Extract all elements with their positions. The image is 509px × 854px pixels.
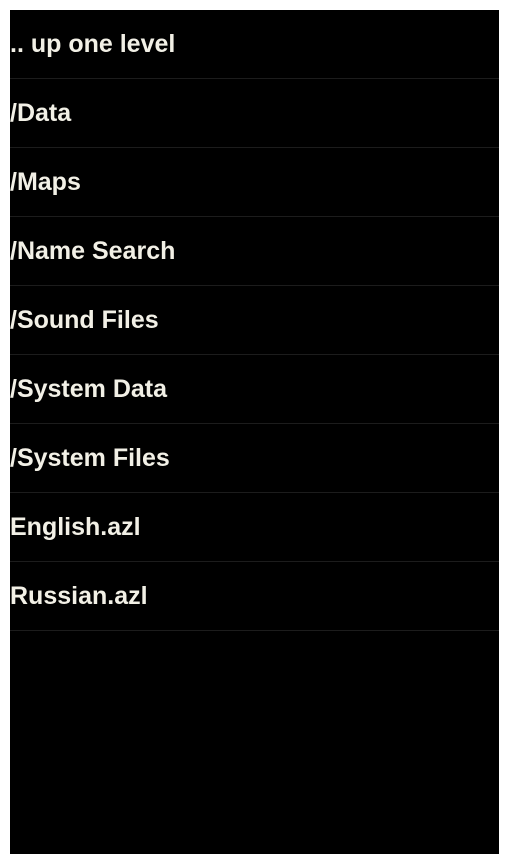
list-item-file-russian-azl[interactable]: Russian.azl xyxy=(10,562,499,631)
list-item-folder-name-search[interactable]: /Name Search xyxy=(10,217,499,286)
file-list: .. up one level /Data /Maps /Name Search… xyxy=(10,10,499,631)
list-item-folder-sound-files[interactable]: /Sound Files xyxy=(10,286,499,355)
list-item-label: /System Files xyxy=(10,443,170,472)
list-item-label: /Name Search xyxy=(10,236,176,265)
list-item-folder-data[interactable]: /Data xyxy=(10,79,499,148)
list-item-folder-system-files[interactable]: /System Files xyxy=(10,424,499,493)
list-item-file-english-azl[interactable]: English.azl xyxy=(10,493,499,562)
list-item-label: Russian.azl xyxy=(10,581,148,610)
list-item-label: /Data xyxy=(10,98,72,127)
list-item-label: /System Data xyxy=(10,374,168,403)
list-item-up-one-level[interactable]: .. up one level xyxy=(10,10,499,79)
list-item-label: /Maps xyxy=(10,167,81,196)
list-item-label: .. up one level xyxy=(10,29,176,58)
list-item-label: /Sound Files xyxy=(10,305,159,334)
list-item-label: English.azl xyxy=(10,512,141,541)
file-browser-screen: .. up one level /Data /Maps /Name Search… xyxy=(10,10,499,854)
list-item-folder-system-data[interactable]: /System Data xyxy=(10,355,499,424)
list-item-folder-maps[interactable]: /Maps xyxy=(10,148,499,217)
